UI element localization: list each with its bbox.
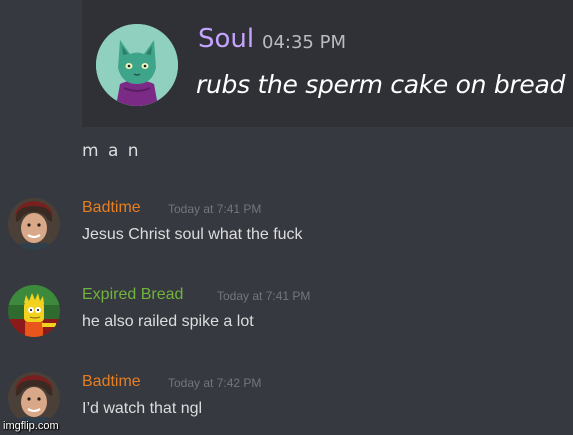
user-photo-icon [8, 372, 60, 424]
message-text: I’d watch that ngl [82, 400, 203, 417]
message-username[interactable]: Badtime [82, 198, 141, 218]
message-timestamp: Today at 7:41 PM [168, 202, 262, 216]
message-item: Badtime Today at 7:41 PM Jesus Christ so… [0, 198, 573, 258]
user-photo-icon [8, 198, 60, 250]
expired-bread-avatar[interactable] [8, 285, 60, 337]
badtime-avatar[interactable] [8, 198, 60, 250]
watermark: imgflip.com [3, 420, 59, 432]
soul-avatar[interactable] [96, 24, 178, 106]
cat-character-icon [96, 24, 178, 106]
embed-message-text: rubs the sperm cake on bread [196, 70, 566, 99]
standalone-message: m a n [82, 141, 141, 161]
message-item: Badtime Today at 7:42 PM I’d watch that … [0, 372, 573, 432]
message-timestamp: Today at 7:42 PM [168, 376, 262, 390]
message-username[interactable]: Badtime [82, 372, 141, 392]
embed-username[interactable]: Soul [198, 26, 254, 52]
chat-screenshot: Soul 04:35 PM rubs the sperm cake on bre… [0, 0, 573, 435]
embed-timestamp: 04:35 PM [262, 32, 346, 53]
badtime-avatar[interactable] [8, 372, 60, 424]
message-item: Expired Bread Today at 7:41 PM he also r… [0, 285, 573, 345]
embedded-message: Soul 04:35 PM rubs the sperm cake on bre… [82, 0, 573, 127]
message-username[interactable]: Expired Bread [82, 285, 183, 305]
message-timestamp: Today at 7:41 PM [217, 289, 311, 303]
message-text: he also railed spike a lot [82, 313, 254, 330]
cartoon-character-icon [8, 285, 60, 337]
message-text: Jesus Christ soul what the fuck [82, 226, 303, 243]
